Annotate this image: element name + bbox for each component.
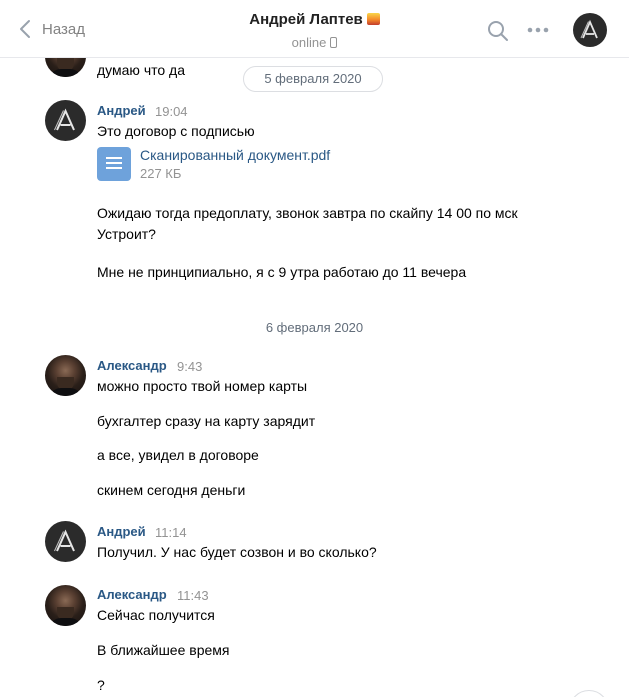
message-text: ? (97, 677, 105, 693)
avatar[interactable] (45, 100, 86, 141)
message-text: бухгалтер сразу на карту зарядит (97, 413, 316, 429)
document-icon (97, 147, 131, 181)
message-text: Сейчас получится (97, 607, 215, 623)
sender-name[interactable]: Андрей (97, 103, 146, 118)
scroll-down-button[interactable] (569, 690, 609, 697)
sender-name[interactable]: Александр (97, 358, 167, 373)
date-separator: 6 февраля 2020 (265, 320, 364, 335)
back-button[interactable]: Назад (18, 18, 85, 40)
sender-name[interactable]: Александр (97, 587, 167, 602)
chevron-left-icon (20, 20, 30, 38)
a-logo-icon (54, 108, 75, 131)
message-text: а все, увидел в договоре (97, 447, 259, 463)
message-text: В ближайшее время (97, 642, 230, 658)
date-separator: 5 февраля 2020 (243, 66, 383, 92)
message-text: скинем сегодня деньги (97, 482, 246, 498)
a-logo-icon (580, 19, 598, 39)
sunset-emoji-icon (366, 13, 380, 25)
message-text: Мне не принципиально, я с 9 утра работаю… (97, 264, 467, 280)
sender-name[interactable]: Андрей (97, 524, 146, 539)
message-time: 11:14 (155, 525, 187, 540)
message-time: 19:04 (155, 104, 188, 119)
message-text: Это договор с подписью (97, 123, 255, 139)
message-text: Получил. У нас будет созвон и во сколько… (97, 544, 377, 560)
back-label: Назад (42, 20, 85, 38)
mobile-phone-icon (330, 37, 338, 48)
message-text: Ожидаю тогда предоплату, звонок завтра п… (97, 205, 518, 242)
avatar[interactable] (45, 58, 86, 77)
avatar[interactable] (45, 521, 86, 562)
message-text: можно просто твой номер карты (97, 378, 308, 394)
avatar[interactable] (45, 585, 86, 626)
header-avatar[interactable] (573, 13, 607, 47)
message-time: 9:43 (177, 359, 203, 374)
more-icon[interactable] (526, 22, 550, 38)
attachment-name[interactable]: Сканированный документ.pdf (140, 147, 330, 164)
message-history[interactable]: думаю что да 5 февраля 2020 Андрей 19:04… (0, 58, 629, 697)
online-status: online (291, 35, 327, 50)
document-attachment[interactable]: Сканированный документ.pdf 227 КБ (97, 147, 330, 182)
a-logo-icon (54, 529, 75, 552)
avatar[interactable] (45, 355, 86, 396)
attachment-size: 227 КБ (140, 166, 182, 181)
chat-title: Андрей Лаптев (249, 11, 363, 28)
search-icon[interactable] (487, 20, 509, 42)
chat-header: Назад Андрей Лаптев online (0, 0, 629, 58)
message-time: 11:43 (177, 588, 209, 603)
message-text: думаю что да (97, 62, 185, 78)
